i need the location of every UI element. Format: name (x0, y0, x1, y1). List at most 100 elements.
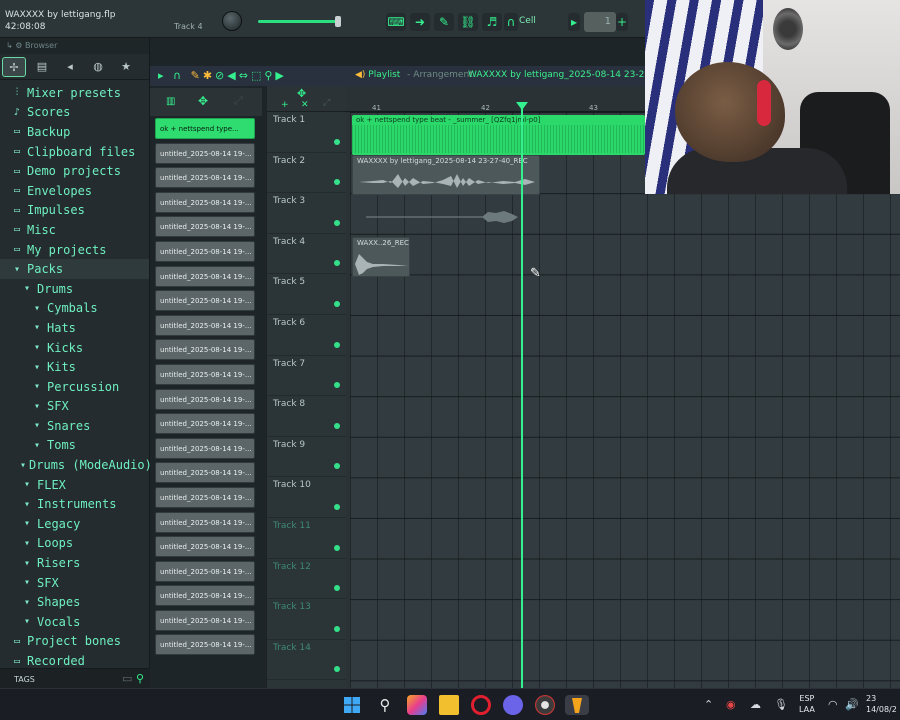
track-header[interactable]: Track 12 (267, 559, 346, 600)
pattern-item[interactable]: untitled_2025-08-14 19-... (155, 560, 255, 582)
headphones-icon[interactable]: ∩ (173, 69, 184, 82)
discord-icon[interactable] (503, 695, 523, 715)
pattern-item[interactable]: untitled_2025-08-14 19-... (155, 167, 255, 189)
piano-icon[interactable]: ♬ (482, 13, 502, 31)
taskbar-clock[interactable]: 23 14/08/2 (866, 693, 897, 715)
track-enable-led[interactable] (334, 300, 340, 307)
browser-item[interactable]: ▭ Misc (0, 220, 149, 240)
track-header[interactable]: Track 6 (267, 315, 346, 356)
expand-icon[interactable]: ✥ (297, 87, 306, 100)
draw-tool-icon[interactable]: ✎ (191, 69, 203, 82)
microphone-icon[interactable]: 🎙 (774, 698, 788, 711)
opera-icon[interactable] (471, 695, 491, 715)
browser-item[interactable]: ▾ Kits (0, 357, 149, 377)
pattern-item[interactable]: ok + nettspend type... (155, 118, 255, 139)
pattern-item[interactable]: untitled_2025-08-14 19-... (155, 363, 255, 385)
track-header[interactable]: Track 7 (267, 356, 346, 397)
browser-item[interactable]: ▭ Envelopes (0, 181, 149, 201)
track-enable-led[interactable] (334, 179, 340, 186)
master-volume-slider[interactable] (258, 16, 341, 27)
plus-icon[interactable]: + (616, 13, 628, 31)
slip-tool-icon[interactable]: ⇔ (239, 69, 251, 82)
track-enable-led[interactable] (334, 503, 340, 510)
tab-all-icon[interactable]: ✢ (2, 56, 26, 77)
tray-app-icon[interactable]: ◉ (726, 698, 736, 711)
arrow-right-icon[interactable]: ➜ (410, 13, 430, 31)
pattern-item[interactable]: untitled_2025-08-14 19-... (155, 413, 255, 435)
pattern-item[interactable]: untitled_2025-08-14 19-... (155, 290, 255, 312)
track-header[interactable]: Track 11 (267, 518, 346, 559)
windows-start-icon[interactable] (342, 695, 362, 715)
tab-current-project-icon[interactable]: ▤ (30, 57, 54, 77)
browser-item[interactable]: ▾ Packs (0, 259, 149, 279)
play-small-icon[interactable]: ▸ (568, 13, 580, 31)
tab-online-icon[interactable]: ◍ (86, 57, 110, 77)
track-header[interactable]: Track 3 (267, 193, 346, 234)
link-icon[interactable]: ⛓ (458, 13, 478, 31)
pattern-item[interactable]: untitled_2025-08-14 19-... (155, 462, 255, 484)
track-enable-led[interactable] (334, 666, 340, 673)
browser-item[interactable]: ▭ Impulses (0, 201, 149, 221)
move-icon[interactable]: ✥ (198, 94, 208, 108)
brush-icon[interactable]: ✎ (434, 13, 454, 31)
track-header[interactable]: Track 4 (267, 234, 346, 275)
browser-item[interactable]: ▾ Toms (0, 436, 149, 456)
master-pitch-knob[interactable] (222, 11, 242, 31)
track-enable-led[interactable] (334, 382, 340, 389)
pattern-item[interactable]: untitled_2025-08-14 19-... (155, 314, 255, 336)
pattern-picker-icon[interactable]: ▥ (166, 96, 175, 107)
add-track-icon[interactable]: + (281, 100, 289, 110)
pattern-item[interactable]: untitled_2025-08-14 19-... (155, 265, 255, 287)
close-icon[interactable]: ✕ (301, 100, 309, 110)
pattern-item[interactable]: untitled_2025-08-14 19-... (155, 191, 255, 213)
browser-item[interactable]: ▾ SFX (0, 397, 149, 417)
browser-item[interactable]: ♪ Scores (0, 103, 149, 123)
pattern-item[interactable]: untitled_2025-08-14 19-... (155, 339, 255, 361)
resize-icon[interactable]: ⤢ (323, 98, 330, 108)
browser-item[interactable]: ▾ Shapes (0, 592, 149, 612)
search-icon[interactable]: ⚲ (136, 672, 144, 685)
mute-tool-icon[interactable]: ◀ (227, 69, 238, 82)
cloud-icon[interactable]: ☁ (750, 698, 761, 711)
browser-item[interactable]: ▾ Snares (0, 416, 149, 436)
track-enable-led[interactable] (334, 260, 340, 267)
settings-icon[interactable]: ↳ ⚙ (6, 41, 25, 50)
zoom-tool-icon[interactable]: ⚲ (264, 69, 275, 82)
typing-keyboard-icon[interactable]: ⌨ (386, 13, 406, 31)
browser-item[interactable]: ▾ Percussion (0, 377, 149, 397)
track-header[interactable]: Track 9 (267, 437, 346, 478)
volume-icon[interactable]: 🔊 (845, 698, 859, 711)
pattern-item[interactable]: untitled_2025-08-14 19-... (155, 240, 255, 262)
folder-icon[interactable]: ▭ (122, 672, 132, 685)
browser-item[interactable]: ▾ Drums (ModeAudio) (0, 455, 152, 475)
chevron-up-icon[interactable]: ⌃ (704, 698, 713, 711)
track-enable-led[interactable] (334, 422, 340, 429)
pattern-item[interactable]: untitled_2025-08-14 19-... (155, 585, 255, 607)
track-enable-led[interactable] (334, 625, 340, 632)
playlist-grid[interactable] (350, 112, 900, 688)
track-enable-led[interactable] (334, 219, 340, 226)
track-header[interactable]: Track 2 (267, 153, 346, 194)
browser-item[interactable]: ▾ Hats (0, 318, 149, 338)
browser-item[interactable]: ▭ My projects (0, 240, 149, 260)
browser-item[interactable]: ⫶ Mixer presets (0, 83, 149, 103)
playhead-line[interactable] (521, 104, 523, 688)
track-enable-led[interactable] (334, 585, 340, 592)
play-arrow-icon[interactable]: ▸ (158, 69, 167, 82)
select-tool-icon[interactable]: ⬚ (251, 69, 264, 82)
tab-plugin-database-icon[interactable]: ◂ (58, 57, 82, 77)
timeline-ruler[interactable]: 41 42 43 (346, 86, 645, 112)
pattern-item[interactable]: untitled_2025-08-14 19-... (155, 536, 255, 558)
track-enable-led[interactable] (334, 463, 340, 470)
track-header[interactable]: Track 13 (267, 599, 346, 640)
browser-item[interactable]: ▾ Legacy (0, 514, 149, 534)
browser-item[interactable]: ▭ Backup (0, 122, 149, 142)
browser-item[interactable]: ▭ Project bones (0, 632, 149, 652)
step-value-field[interactable]: 1 (584, 12, 616, 32)
pattern-item[interactable]: untitled_2025-08-14 19-... (155, 216, 255, 238)
browser-item[interactable]: ▾ FLEX (0, 475, 149, 495)
track-header[interactable]: Track 10 (267, 477, 346, 518)
search-icon[interactable]: ⚲ (375, 695, 395, 715)
wifi-icon[interactable]: ◠ (828, 698, 838, 711)
track-header[interactable]: Track 8 (267, 396, 346, 437)
